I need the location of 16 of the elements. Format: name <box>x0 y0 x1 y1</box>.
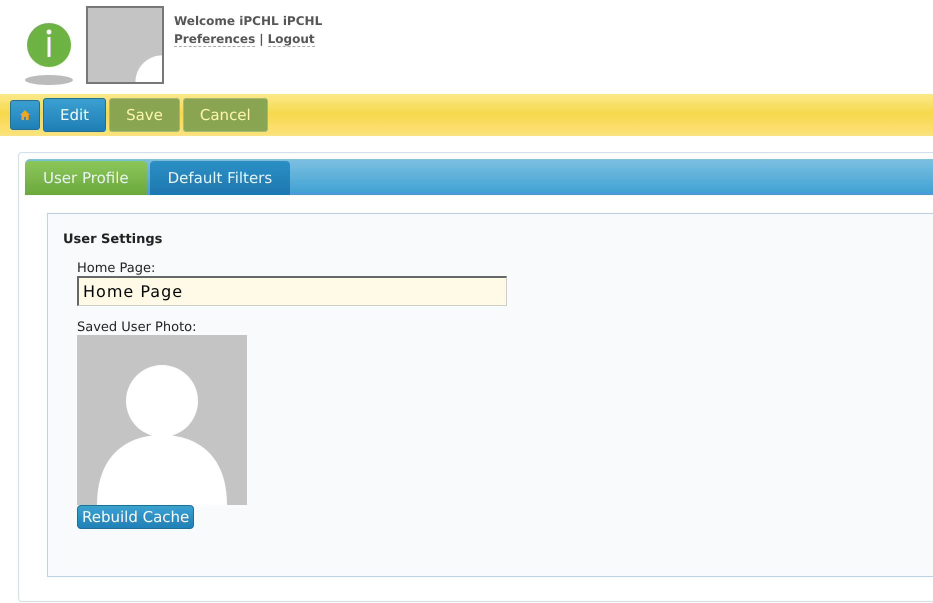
tab[interactable]: User Profile <box>25 161 147 195</box>
field-label: Home Page: <box>77 261 156 276</box>
preferences-link[interactable]: Preferences <box>174 32 256 47</box>
home-button[interactable] <box>10 100 40 130</box>
separator: | <box>259 32 264 47</box>
welcome-text: Welcome iPCHL iPCHL <box>174 14 322 28</box>
user-photo-icon <box>77 335 247 505</box>
home-icon <box>19 109 31 121</box>
logout-link[interactable]: Logout <box>268 32 315 47</box>
field-label: Saved User Photo: <box>77 320 198 335</box>
rebuild-cache-button[interactable]: Rebuild Cache <box>77 505 194 529</box>
home-page-field[interactable]: Home Page <box>77 276 507 306</box>
tab[interactable]: Default Filters <box>150 161 290 195</box>
toolbar-button[interactable]: Edit <box>43 98 106 132</box>
avatar-icon <box>86 6 164 84</box>
section-title: User Settings <box>63 232 164 247</box>
